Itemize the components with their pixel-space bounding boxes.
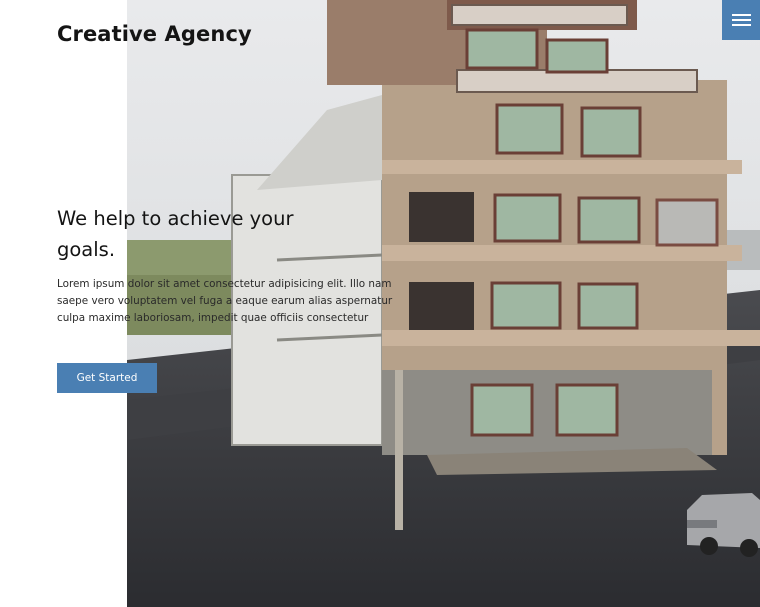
brand-title[interactable]: Creative Agency (57, 22, 252, 46)
hamburger-menu-icon (732, 14, 751, 16)
hamburger-menu-icon-line (732, 19, 751, 21)
hero-body-text: Lorem ipsum dolor sit amet consectetur a… (57, 278, 393, 324)
menu-button[interactable] (722, 0, 760, 40)
get-started-button[interactable]: Get Started (57, 363, 157, 393)
hamburger-menu-icon-line (732, 24, 751, 26)
hero-headline: We help to achieve your goals. (57, 207, 294, 261)
